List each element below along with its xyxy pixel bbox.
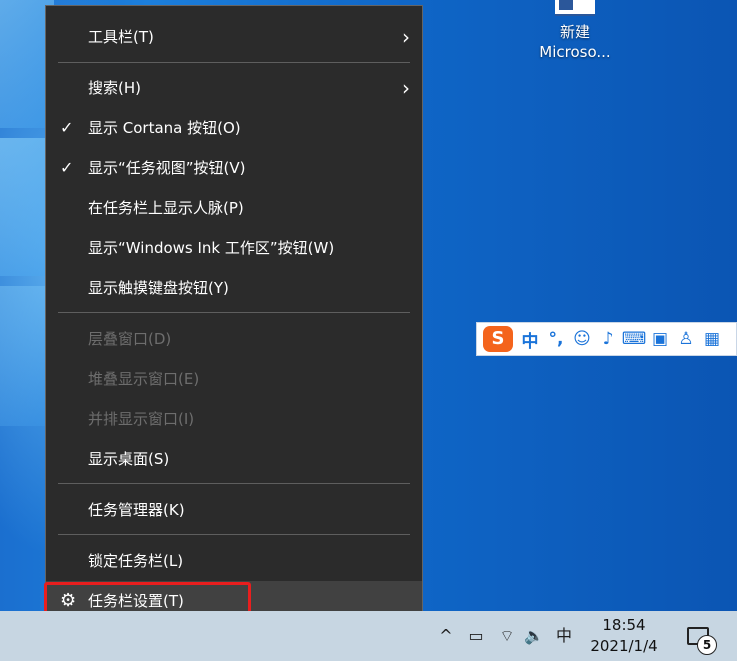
- menu-item-label: 堆叠显示窗口(E): [88, 370, 200, 388]
- menu-item-search[interactable]: 搜索(H) ›: [46, 68, 422, 108]
- chevron-right-icon: ›: [402, 76, 410, 100]
- clock-date: 2021/1/4: [590, 637, 658, 655]
- menu-item-show-task-view[interactable]: ✓ 显示“任务视图”按钮(V): [46, 148, 422, 188]
- menu-item-side-by-side: 并排显示窗口(I): [46, 399, 422, 439]
- taskbar[interactable]: ^ ▭ ⌔ 🔈 中 18:54 2021/1/4 5: [0, 611, 737, 661]
- menu-item-cascade-windows: 层叠窗口(D): [46, 319, 422, 359]
- menu-separator: [58, 62, 410, 63]
- volume-muted-icon[interactable]: 🔈: [523, 611, 545, 661]
- ime-tools-icon[interactable]: ▣: [647, 329, 673, 349]
- checkmark-icon: ✓: [60, 118, 74, 137]
- ime-menu-icon[interactable]: ▦: [699, 329, 725, 349]
- menu-item-label: 显示“Windows Ink 工作区”按钮(W): [88, 239, 335, 257]
- menu-item-show-cortana[interactable]: ✓ 显示 Cortana 按钮(O): [46, 108, 422, 148]
- wifi-icon[interactable]: ⌔: [496, 611, 518, 661]
- menu-item-label: 锁定任务栏(L): [88, 552, 184, 570]
- menu-item-label: 任务管理器(K): [88, 501, 185, 519]
- desktop-icon-label-line1: 新建: [559, 23, 590, 41]
- show-hidden-icons-chevron-icon[interactable]: ^: [436, 611, 456, 661]
- menu-item-show-people[interactable]: 在任务栏上显示人脉(P): [46, 188, 422, 228]
- ime-chinese-mode[interactable]: 中: [517, 327, 543, 352]
- ime-skin-icon[interactable]: ♙: [673, 329, 699, 349]
- menu-item-show-desktop[interactable]: 显示桌面(S): [46, 439, 422, 479]
- ime-voice-icon[interactable]: ♪: [595, 329, 621, 349]
- menu-item-label: 显示“任务视图”按钮(V): [88, 159, 246, 177]
- ime-toolbar[interactable]: S 中 °, ☺ ♪ ⌨ ▣ ♙ ▦: [476, 322, 737, 356]
- menu-item-label: 搜索(H): [88, 79, 141, 97]
- menu-separator: [58, 534, 410, 535]
- menu-item-task-manager[interactable]: 任务管理器(K): [46, 490, 422, 530]
- notification-count-badge: 5: [697, 635, 717, 655]
- desktop-icon-label-line2: Microso...: [539, 43, 611, 61]
- clock-time: 18:54: [602, 616, 646, 634]
- menu-item-label: 在任务栏上显示人脉(P): [88, 199, 244, 217]
- ime-punctuation-icon[interactable]: °,: [543, 329, 569, 349]
- action-center-button[interactable]: 5: [683, 623, 717, 655]
- menu-item-toolbars[interactable]: 工具栏(T) ›: [46, 17, 422, 57]
- menu-item-stack-windows: 堆叠显示窗口(E): [46, 359, 422, 399]
- taskbar-context-menu: 工具栏(T) › 搜索(H) › ✓ 显示 Cortana 按钮(O) ✓ 显示…: [45, 5, 423, 627]
- menu-item-label: 显示 Cortana 按钮(O): [88, 119, 241, 137]
- word-document-icon: [555, 0, 595, 16]
- menu-item-label: 工具栏(T): [88, 28, 154, 46]
- desktop-icon-word-doc[interactable]: 新建 Microso...: [530, 0, 620, 62]
- menu-item-label: 层叠窗口(D): [88, 330, 172, 348]
- sogou-logo-icon[interactable]: S: [483, 326, 513, 352]
- menu-item-lock-taskbar[interactable]: 锁定任务栏(L): [46, 541, 422, 581]
- ime-keyboard-icon[interactable]: ⌨: [621, 329, 647, 349]
- menu-separator: [58, 312, 410, 313]
- menu-item-label: 显示桌面(S): [88, 450, 170, 468]
- menu-item-show-windows-ink[interactable]: 显示“Windows Ink 工作区”按钮(W): [46, 228, 422, 268]
- battery-icon[interactable]: ▭: [464, 611, 488, 661]
- chevron-right-icon: ›: [402, 25, 410, 49]
- system-clock[interactable]: 18:54 2021/1/4: [583, 615, 665, 657]
- input-method-indicator[interactable]: 中: [553, 611, 575, 661]
- menu-separator: [58, 483, 410, 484]
- ime-emoji-icon[interactable]: ☺: [569, 329, 595, 349]
- menu-item-label: 显示触摸键盘按钮(Y): [88, 279, 229, 297]
- checkmark-icon: ✓: [60, 158, 74, 177]
- menu-item-show-touch-keyboard[interactable]: 显示触摸键盘按钮(Y): [46, 268, 422, 308]
- menu-item-label: 并排显示窗口(I): [88, 410, 195, 428]
